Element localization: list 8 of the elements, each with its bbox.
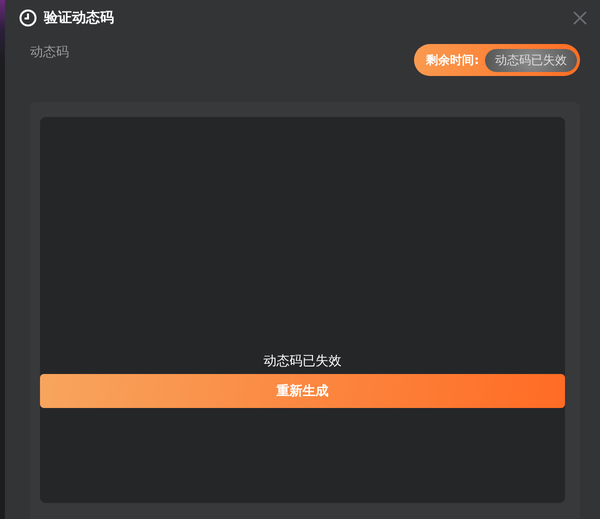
timer-value: 动态码已失效 (485, 48, 577, 72)
expired-message: 动态码已失效 (264, 353, 342, 370)
field-label: 动态码 (30, 44, 69, 61)
clock-icon (19, 8, 37, 26)
dialog-title: 验证动态码 (44, 8, 115, 26)
timer-label: 剩余时间: (426, 52, 479, 68)
regenerate-button[interactable]: 重新生成 (40, 374, 565, 408)
close-icon[interactable] (573, 10, 587, 24)
